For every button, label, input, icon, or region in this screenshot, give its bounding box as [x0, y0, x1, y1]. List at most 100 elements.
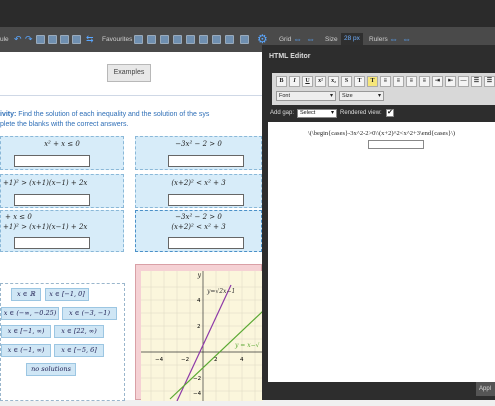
paste-icon[interactable]: [48, 35, 57, 44]
y-tick: −2: [193, 376, 201, 382]
arrange-icon[interactable]: ⇆: [86, 34, 94, 44]
inequality-cell-1[interactable]: x² + x ≤ 0: [0, 136, 124, 170]
grid-toggle-icon[interactable]: ⇔: [293, 34, 302, 44]
grid-label: Grid: [279, 36, 292, 43]
favourites-label: Favourites: [102, 36, 133, 43]
y-tick: −4: [193, 391, 202, 397]
copy-icon[interactable]: [36, 35, 45, 44]
size-value[interactable]: 28 px: [341, 33, 363, 45]
justify-button[interactable]: ≡: [419, 76, 430, 87]
system-cell-2-selected[interactable]: −3x² − 2 > 0 (x+2)² < x² + 3: [135, 210, 262, 252]
fav-source-icon[interactable]: [212, 35, 221, 44]
answer-gap-1[interactable]: [14, 155, 90, 167]
inequality-math-4: (x+2)² < x² + 3: [171, 179, 226, 187]
highlight-button[interactable]: T: [367, 76, 378, 87]
inequality-cell-3[interactable]: +1)² > (x+1)(x−1) + 2x: [0, 174, 124, 208]
fav-image-icon[interactable]: [147, 35, 156, 44]
answer-gap-5[interactable]: [14, 237, 90, 249]
answer-gap-4[interactable]: [168, 194, 244, 206]
fav-table-icon[interactable]: [160, 35, 169, 44]
size-label: Size: [325, 36, 338, 43]
size-dropdown[interactable]: Size: [339, 91, 384, 101]
instruction-text: ivity: Find the solution of each inequal…: [0, 110, 262, 130]
bold-button[interactable]: B: [276, 76, 287, 87]
editor-gap-placeholder[interactable]: [368, 140, 424, 149]
system-math-1-line2: +1)² > (x+1)(x−1) + 2x: [3, 223, 88, 231]
align-center-button[interactable]: ≡: [393, 76, 404, 87]
add-gap-label: Add gap:: [270, 110, 295, 116]
editor-title: HTML Editor: [269, 53, 311, 60]
answer-chip[interactable]: x ∈ (−∞, −0.25): [1, 307, 59, 320]
answer-chip[interactable]: x ∈ (−3, −1): [62, 307, 117, 320]
strike-button[interactable]: S: [341, 76, 352, 87]
answer-chip[interactable]: x ∈ [−1, 0]: [45, 288, 89, 301]
answer-gap-2[interactable]: [168, 155, 244, 167]
x-tick: −4: [155, 357, 164, 363]
editor-content-area[interactable]: \(\begin{cases}-3x^2-2>0\\(x+2)^2<x^2+3\…: [268, 122, 495, 382]
editor-toolbar: B I U x² x₂ S T T ≡ ≡ ≡ ≡ ⇥ ⇤ — ☰ ☰ Font…: [272, 73, 495, 105]
italic-button[interactable]: I: [289, 76, 300, 87]
lesson-canvas: Examples ivity: Find the solution of eac…: [0, 52, 264, 402]
horizontal-rule-button[interactable]: —: [458, 76, 469, 87]
graph-area: y y=√2x−1 y = x−√ −4 −2 2 4 4 2 −2 −4: [141, 271, 264, 402]
superscript-button[interactable]: x²: [315, 76, 326, 87]
fav-choice-icon[interactable]: [186, 35, 195, 44]
inequality-math-3: +1)² > (x+1)(x−1) + 2x: [3, 179, 88, 187]
y-axis-label: y: [197, 272, 202, 279]
x-tick: 4: [240, 357, 244, 363]
font-dropdown[interactable]: Font: [276, 91, 336, 101]
equation-label-1: y=√2x−1: [206, 288, 235, 295]
rendered-view-checkbox[interactable]: ✔: [386, 109, 394, 117]
duplicate-icon[interactable]: [60, 35, 69, 44]
clear-format-button[interactable]: T: [354, 76, 365, 87]
fav-gap-icon[interactable]: [173, 35, 182, 44]
rulers-toggle-icon[interactable]: ⇔: [389, 34, 398, 44]
top-header-bar: [0, 0, 495, 27]
underline-button[interactable]: U: [302, 76, 313, 87]
rendered-view-label: Rendered view:: [340, 110, 382, 116]
fav-shape-icon[interactable]: [240, 35, 249, 44]
apply-button[interactable]: Appl: [476, 382, 495, 396]
toolbar-label-module: ule: [0, 36, 9, 43]
inequality-cell-2[interactable]: −3x² − 2 > 0: [135, 136, 262, 170]
redo-icon[interactable]: ↷: [25, 34, 33, 44]
align-right-button[interactable]: ≡: [406, 76, 417, 87]
add-gap-select[interactable]: Select: [297, 109, 337, 118]
fav-text-icon[interactable]: [134, 35, 143, 44]
fav-drag-icon[interactable]: [199, 35, 208, 44]
answer-bank: x ∈ ℝ x ∈ [−1, 0] x ∈ (−∞, −0.25) x ∈ (−…: [0, 283, 125, 401]
answer-chip[interactable]: x ∈ [22, ∞): [54, 325, 104, 338]
grid-snap-icon[interactable]: ⇔: [306, 34, 315, 44]
rulers-snap-icon[interactable]: ⇔: [402, 34, 411, 44]
line-2: [169, 310, 264, 400]
answer-chip[interactable]: x ∈ [−1, ∞): [1, 325, 51, 338]
answer-gap-3[interactable]: [14, 194, 90, 206]
numbered-list-button[interactable]: ☰: [471, 76, 482, 87]
inequality-cell-4[interactable]: (x+2)² < x² + 3: [135, 174, 262, 208]
subscript-button[interactable]: x₂: [328, 76, 339, 87]
instruction-body: Find the solution of each inequality and…: [16, 111, 210, 118]
graph-panel[interactable]: y y=√2x−1 y = x−√ −4 −2 2 4 4 2 −2 −4: [135, 264, 264, 402]
fav-connect-icon[interactable]: [225, 35, 234, 44]
answer-chip[interactable]: x ∈ (−1, ∞): [1, 344, 51, 357]
answer-gap-6[interactable]: [168, 237, 244, 249]
indent-button[interactable]: ⇥: [432, 76, 443, 87]
outdent-button[interactable]: ⇤: [445, 76, 456, 87]
bullet-list-button[interactable]: ☰: [484, 76, 495, 87]
group-icon[interactable]: [72, 35, 81, 44]
y-tick: 4: [197, 298, 201, 304]
graph-grid: [141, 271, 263, 401]
answer-chip[interactable]: no solutions: [26, 363, 76, 376]
section-divider: [0, 95, 262, 96]
answer-chip[interactable]: x ∈ ℝ: [11, 288, 41, 301]
x-tick: −2: [181, 357, 189, 363]
examples-button[interactable]: Examples: [107, 64, 151, 82]
x-tick: 2: [214, 357, 218, 363]
instruction-line2: plete the blanks with the correct answer…: [0, 121, 129, 128]
y-tick: 2: [197, 324, 201, 330]
align-left-button[interactable]: ≡: [380, 76, 391, 87]
gear-icon[interactable]: ⚙: [257, 32, 268, 46]
system-cell-1[interactable]: + x ≤ 0 +1)² > (x+1)(x−1) + 2x: [0, 210, 124, 252]
answer-chip[interactable]: x ∈ [−5, 6]: [54, 344, 104, 357]
undo-icon[interactable]: ↶: [14, 34, 22, 44]
